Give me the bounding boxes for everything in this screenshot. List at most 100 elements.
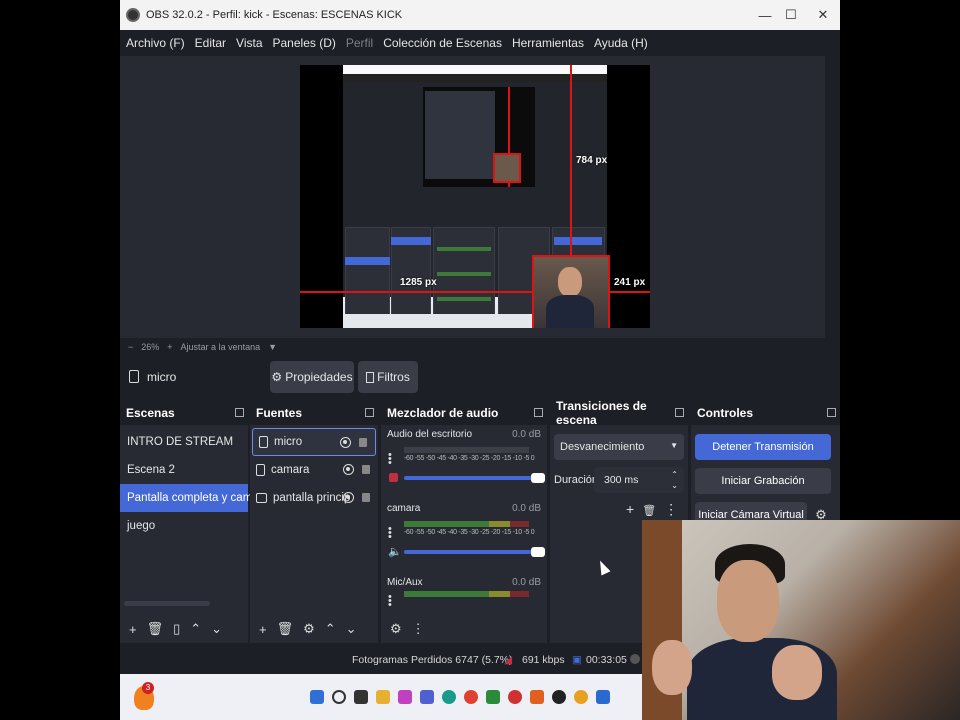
duration-stepper[interactable]: 300 ms ⌃ ⌄ [594, 467, 684, 493]
properties-button[interactable]: ⚙ Propiedades [270, 361, 354, 393]
edge-icon[interactable] [442, 690, 456, 704]
menu-paneles[interactable]: Paneles (D) [273, 36, 336, 50]
preview-area[interactable]: 784 px 1285 px 241 px [120, 56, 825, 338]
lock-icon[interactable] [362, 493, 370, 502]
guide-label-width: 1285 px [400, 277, 437, 288]
guide-line-vertical [570, 65, 572, 255]
zoom-out-button[interactable]: − [128, 342, 133, 352]
undock-icon[interactable] [675, 408, 684, 417]
scenes-header: Escenas [120, 401, 248, 425]
undock-icon[interactable] [365, 408, 374, 417]
menu-editar[interactable]: Editar [195, 36, 226, 50]
app-icon[interactable] [596, 690, 610, 704]
fit-to-window[interactable]: Ajustar a la ventana [181, 342, 261, 352]
move-up-icon[interactable]: ⌃ [325, 621, 336, 637]
visibility-eye-icon[interactable] [343, 464, 354, 475]
move-down-icon[interactable]: ⌄ [346, 621, 357, 637]
source-item-active[interactable]: micro [252, 428, 376, 456]
undock-icon[interactable] [827, 408, 836, 417]
notification-badge: 3 [142, 682, 154, 694]
task-view-icon[interactable] [354, 690, 368, 704]
file-explorer-icon[interactable] [376, 690, 390, 704]
scenes-toolbar: + 🗑 ▯ ⌃ ⌄ [120, 615, 248, 643]
trash-icon[interactable]: 🗑 [642, 505, 664, 517]
source-label: micro [274, 436, 303, 448]
menu-coleccion-escenas[interactable]: Colección de Escenas [383, 36, 502, 50]
scene-item-active[interactable]: Pantalla completa y camara [120, 484, 269, 512]
menu-perfil[interactable]: Perfil [346, 36, 373, 50]
volume-slider[interactable] [404, 473, 545, 483]
lock-icon[interactable] [362, 465, 370, 474]
transition-menu-icon[interactable]: ⋮ [664, 501, 686, 517]
source-item[interactable]: camara [250, 456, 378, 484]
menu-vista[interactable]: Vista [236, 36, 262, 50]
nested-titlebar [343, 65, 607, 74]
advanced-audio-icon[interactable]: ⚙ [390, 621, 402, 637]
channel-menu-icon[interactable]: • • • [388, 450, 392, 469]
move-down-icon[interactable]: ⌄ [211, 621, 222, 637]
source-item[interactable]: pantalla princip [250, 484, 378, 512]
webcam-person-hand [652, 640, 692, 695]
stepper-arrows-icon[interactable]: ⌃ ⌄ [671, 469, 678, 491]
selection-box[interactable] [532, 255, 610, 328]
menu-archivo[interactable]: Archivo (F) [126, 36, 185, 50]
undock-icon[interactable] [235, 408, 244, 417]
scene-item[interactable]: INTRO DE STREAM [120, 428, 248, 456]
obs-logo-icon [126, 8, 140, 22]
add-icon[interactable]: + [259, 622, 267, 637]
scene-item[interactable]: juego [120, 512, 248, 540]
menu-herramientas[interactable]: Herramientas [512, 36, 584, 50]
scene-item[interactable]: Escena 2 [120, 456, 248, 484]
start-icon[interactable] [310, 690, 324, 704]
add-icon[interactable]: + [626, 501, 642, 517]
visibility-eye-icon[interactable] [343, 492, 354, 503]
visibility-eye-icon[interactable] [340, 437, 351, 448]
guide-label-height: 784 px [576, 155, 608, 166]
maximize-button[interactable]: ☐ [776, 0, 806, 30]
mixer-channel: Audio del escritorio 0.0 dB • • • -60 -55 … [381, 425, 547, 499]
mixer-toolbar: ⚙ ⋮ [381, 615, 547, 643]
nested-menubar [343, 74, 607, 82]
app-icon[interactable] [398, 690, 412, 704]
trash-icon[interactable]: 🗑 [147, 621, 164, 637]
channel-menu-icon[interactable]: • • • [388, 524, 392, 543]
mixer-menu-icon[interactable]: ⋮ [412, 621, 425, 637]
muted-speaker-icon[interactable] [389, 473, 398, 482]
volume-slider[interactable] [404, 547, 545, 557]
preview-canvas[interactable]: 784 px 1285 px 241 px [300, 65, 650, 328]
search-icon[interactable] [332, 690, 346, 704]
obs-taskbar-icon[interactable] [552, 690, 566, 704]
zoom-dropdown-icon[interactable]: ▼ [268, 342, 277, 352]
gear-icon[interactable]: ⚙ [303, 621, 315, 637]
start-recording-button[interactable]: Iniciar Grabación [695, 468, 831, 494]
speaker-icon[interactable]: 🔈 [388, 545, 402, 558]
spreadsheet-icon[interactable] [486, 690, 500, 704]
meter-ticks: -60 -55 -50 -45 -40 -35 -30 -25 -20 -15 … [404, 529, 535, 536]
channel-menu-icon[interactable]: • • • [388, 592, 392, 611]
filters-label: Filtros [377, 370, 410, 384]
add-icon[interactable]: + [129, 622, 137, 637]
close-button[interactable]: ✕ [808, 0, 838, 30]
transition-select[interactable]: Desvanecimiento ▼ [554, 434, 684, 460]
brave-icon[interactable] [530, 690, 544, 704]
menu-ayuda[interactable]: Ayuda (H) [594, 36, 648, 50]
browser-icon[interactable] [574, 690, 588, 704]
network-icon: ◢ [504, 654, 513, 666]
opera-icon[interactable] [508, 690, 522, 704]
scenes-scrollbar[interactable] [124, 601, 210, 606]
lock-icon[interactable] [359, 438, 367, 447]
nested-preview [423, 87, 535, 187]
undock-icon[interactable] [534, 408, 543, 417]
trash-icon[interactable]: 🗑 [277, 621, 294, 637]
filters-button[interactable]: Filtros [358, 361, 418, 393]
move-up-icon[interactable]: ⌃ [190, 621, 201, 637]
transitions-header: Transiciones de escena [550, 399, 688, 427]
chevron-down-icon: ▼ [670, 441, 678, 450]
scene-filters-icon[interactable]: ▯ [173, 621, 180, 637]
chrome-icon[interactable] [464, 690, 478, 704]
stop-stream-button[interactable]: Detener Transmisión [695, 434, 831, 460]
channel-name: Audio del escritorio [387, 429, 473, 440]
preview-scrollbar[interactable] [825, 56, 840, 338]
discord-icon[interactable] [420, 690, 434, 704]
zoom-in-button[interactable]: + [167, 342, 172, 352]
